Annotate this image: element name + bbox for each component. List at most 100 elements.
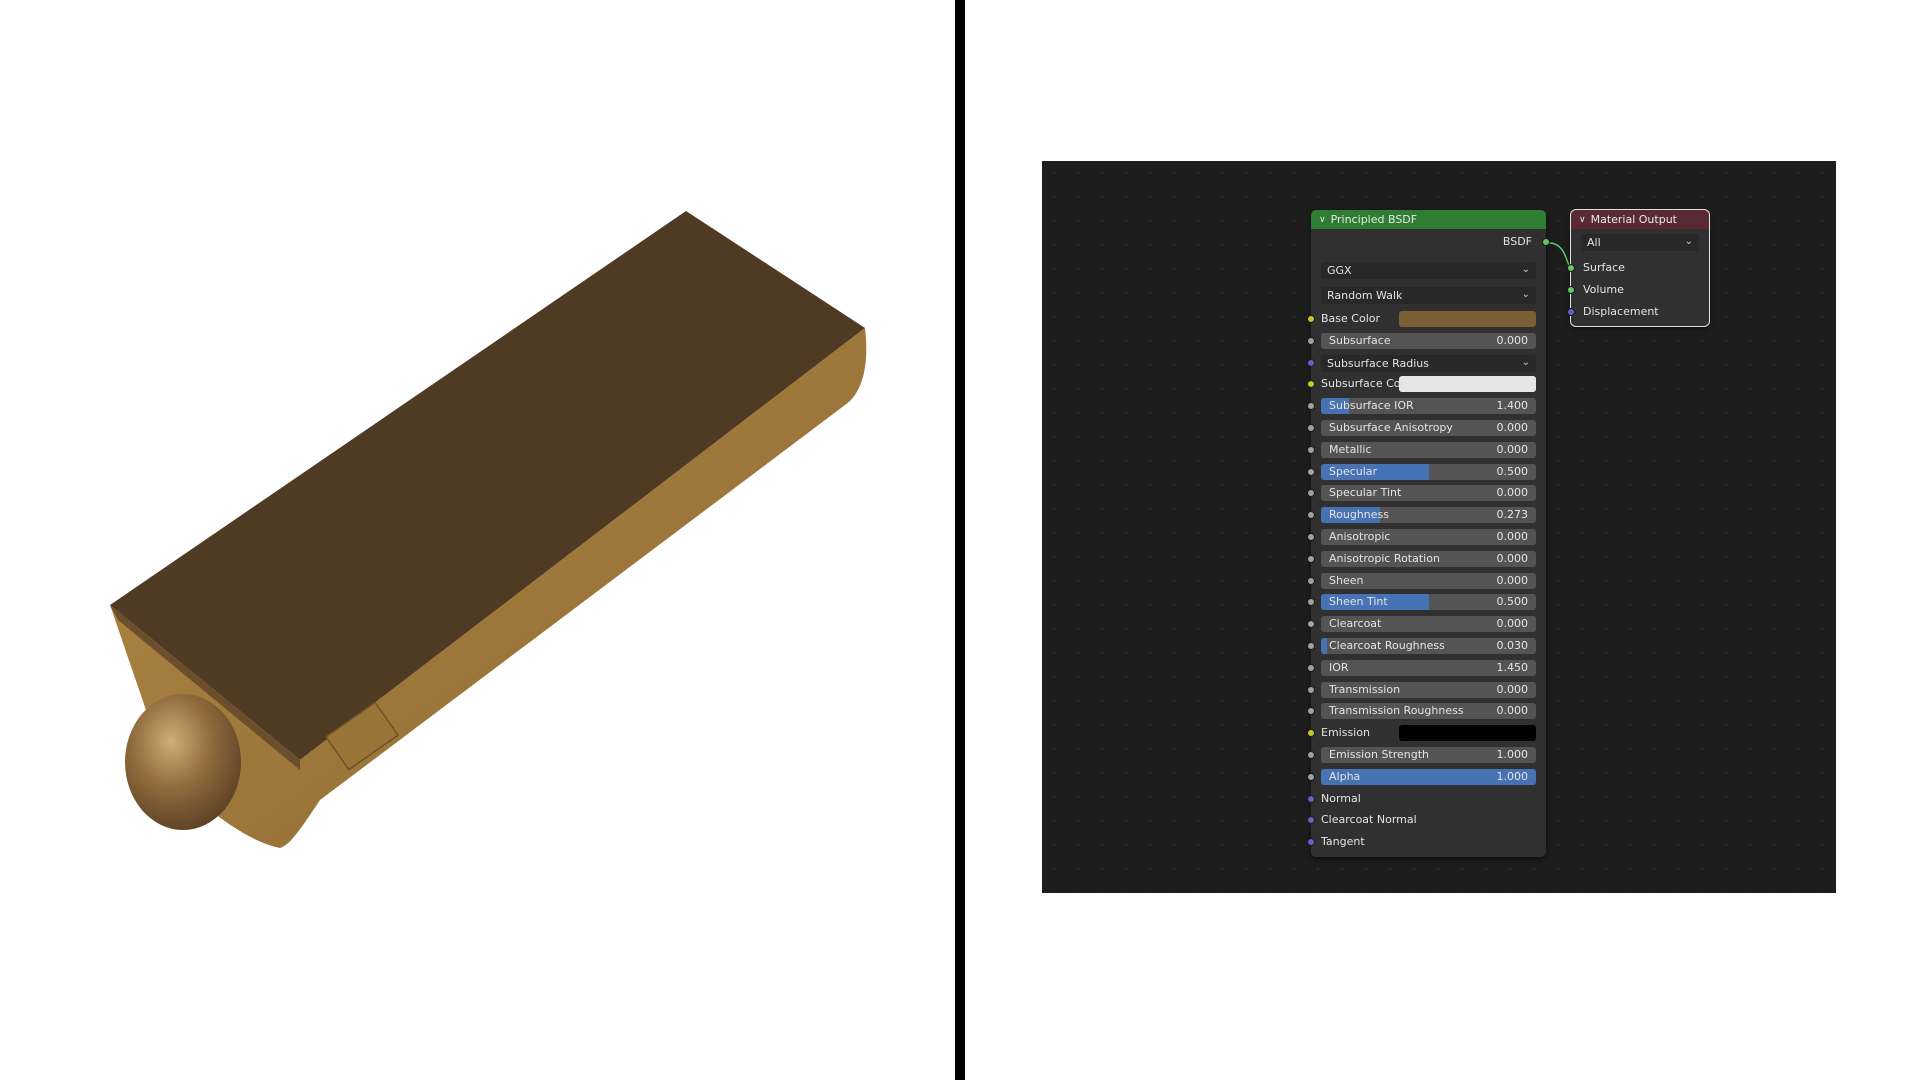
principled-bsdf-node[interactable]: ∨ Principled BSDF BSDF GGX ⌄ Random Walk… [1307, 210, 1550, 857]
subsurface-radius-dropdown[interactable]: Subsurface Radius ⌄ [1321, 355, 1536, 372]
sheen-tint-slider[interactable]: Sheen Tint 0.500 [1321, 594, 1536, 610]
input-socket[interactable] [1307, 380, 1315, 388]
input-row-alpha: Alpha 1.000 [1307, 769, 1546, 785]
slider-value: 1.000 [1496, 770, 1529, 783]
input-row-anisotropic-rotation: Anisotropic Rotation 0.000 [1307, 551, 1546, 567]
input-row-metallic: Metallic 0.000 [1307, 442, 1546, 458]
input-socket[interactable] [1307, 424, 1315, 432]
material-output-header[interactable]: ∨ Material Output [1571, 210, 1709, 229]
output-input-label: Surface [1583, 261, 1625, 274]
target-dropdown[interactable]: All ⌄ [1581, 234, 1699, 251]
clearcoat-roughness-slider[interactable]: Clearcoat Roughness 0.030 [1321, 638, 1536, 654]
slider-value: 0.000 [1496, 704, 1529, 717]
object-top-face [110, 211, 865, 760]
slider-label: Subsurface IOR [1329, 399, 1414, 412]
input-socket[interactable] [1307, 337, 1315, 345]
slider-value: 0.500 [1496, 465, 1529, 478]
slider-value: 0.000 [1496, 574, 1529, 587]
slider-value: 0.000 [1496, 530, 1529, 543]
color-input-label: Emission [1321, 726, 1370, 739]
output-row-surface: Surface [1567, 260, 1709, 276]
roughness-slider[interactable]: Roughness 0.273 [1321, 507, 1536, 523]
input-row-subsurface-co: Subsurface Co... [1307, 376, 1546, 392]
input-socket[interactable] [1307, 446, 1315, 454]
slider-label: Emission Strength [1329, 748, 1430, 761]
slider-label: IOR [1329, 661, 1349, 674]
object-render [110, 211, 867, 848]
input-socket[interactable] [1307, 620, 1315, 628]
slider-value: 0.273 [1496, 508, 1529, 521]
subsurface-method-dropdown[interactable]: Random Walk ⌄ [1321, 287, 1536, 304]
input-socket[interactable] [1307, 359, 1315, 367]
subsurface-slider[interactable]: Subsurface 0.000 [1321, 333, 1536, 349]
subsurface-ior-slider[interactable]: Subsurface IOR 1.400 [1321, 398, 1536, 414]
emission-color-swatch[interactable] [1399, 725, 1536, 741]
alpha-slider[interactable]: Alpha 1.000 [1321, 769, 1536, 785]
input-socket[interactable] [1307, 577, 1315, 585]
input-row-clearcoat-roughness: Clearcoat Roughness 0.030 [1307, 638, 1546, 654]
subsurface-co-color-swatch[interactable] [1399, 376, 1536, 392]
vector-input-label: Tangent [1321, 835, 1365, 848]
sheen-slider[interactable]: Sheen 0.000 [1321, 573, 1536, 589]
input-socket[interactable] [1307, 751, 1315, 759]
input-socket[interactable] [1307, 664, 1315, 672]
material-output-node[interactable]: ∨ Material Output All ⌄ Surface Volume Dis… [1567, 209, 1710, 327]
input-socket[interactable] [1307, 795, 1315, 803]
input-socket[interactable] [1307, 402, 1315, 410]
shader-node-editor[interactable]: ∨ Principled BSDF BSDF GGX ⌄ Random Walk… [1042, 161, 1836, 893]
slider-label: Sheen Tint [1329, 595, 1388, 608]
slider-label: Subsurface [1329, 334, 1391, 347]
input-socket[interactable] [1307, 816, 1315, 824]
slider-label: Subsurface Anisotropy [1329, 421, 1453, 434]
slider-value: 1.400 [1496, 399, 1529, 412]
input-socket[interactable] [1567, 286, 1575, 294]
input-socket[interactable] [1307, 533, 1315, 541]
input-socket[interactable] [1307, 707, 1315, 715]
input-socket[interactable] [1307, 773, 1315, 781]
vector-input-label: Normal [1321, 792, 1361, 805]
slider-label: Metallic [1329, 443, 1372, 456]
clearcoat-slider[interactable]: Clearcoat 0.000 [1321, 616, 1536, 632]
input-socket[interactable] [1307, 642, 1315, 650]
anisotropic-slider[interactable]: Anisotropic 0.000 [1321, 529, 1536, 545]
base-color-color-swatch[interactable] [1399, 311, 1536, 327]
input-socket[interactable] [1307, 555, 1315, 563]
ior-slider[interactable]: IOR 1.450 [1321, 660, 1536, 676]
collapse-chevron-icon[interactable]: ∨ [1579, 215, 1586, 225]
slider-fill [1321, 638, 1328, 654]
input-row-subsurface-radius: Subsurface Radius ⌄ [1307, 355, 1546, 372]
input-socket[interactable] [1307, 686, 1315, 694]
emission-strength-slider[interactable]: Emission Strength 1.000 [1321, 747, 1536, 763]
input-socket[interactable] [1307, 315, 1315, 323]
subsurface-anisotropy-slider[interactable]: Subsurface Anisotropy 0.000 [1321, 420, 1536, 436]
chevron-down-icon: ⌄ [1684, 236, 1693, 247]
input-socket[interactable] [1307, 468, 1315, 476]
specular-slider[interactable]: Specular 0.500 [1321, 464, 1536, 480]
object-knob [125, 694, 241, 830]
input-socket[interactable] [1307, 511, 1315, 519]
slider-label: Transmission Roughness [1329, 704, 1464, 717]
output-row-volume: Volume [1567, 282, 1709, 298]
specular-tint-slider[interactable]: Specular Tint 0.000 [1321, 485, 1536, 501]
metallic-slider[interactable]: Metallic 0.000 [1321, 442, 1536, 458]
input-row-subsurface-anisotropy: Subsurface Anisotropy 0.000 [1307, 420, 1546, 436]
distribution-dropdown[interactable]: GGX ⌄ [1321, 262, 1536, 279]
transmission-roughness-slider[interactable]: Transmission Roughness 0.000 [1321, 703, 1536, 719]
slider-value: 0.030 [1496, 639, 1529, 652]
input-socket[interactable] [1307, 489, 1315, 497]
input-socket[interactable] [1567, 308, 1575, 316]
slider-label: Clearcoat [1329, 617, 1382, 630]
input-socket[interactable] [1307, 729, 1315, 737]
input-socket[interactable] [1307, 598, 1315, 606]
slider-value: 1.450 [1496, 661, 1529, 674]
chevron-down-icon: ⌄ [1521, 357, 1530, 368]
anisotropic-rotation-slider[interactable]: Anisotropic Rotation 0.000 [1321, 551, 1536, 567]
input-socket[interactable] [1567, 264, 1575, 272]
output-input-label: Displacement [1583, 305, 1659, 318]
vector-input-label: Clearcoat Normal [1321, 813, 1417, 826]
principled-bsdf-header[interactable]: ∨ Principled BSDF [1311, 210, 1546, 229]
bsdf-output-socket[interactable] [1542, 238, 1550, 246]
input-socket[interactable] [1307, 838, 1315, 846]
collapse-chevron-icon[interactable]: ∨ [1319, 215, 1326, 225]
transmission-slider[interactable]: Transmission 0.000 [1321, 682, 1536, 698]
